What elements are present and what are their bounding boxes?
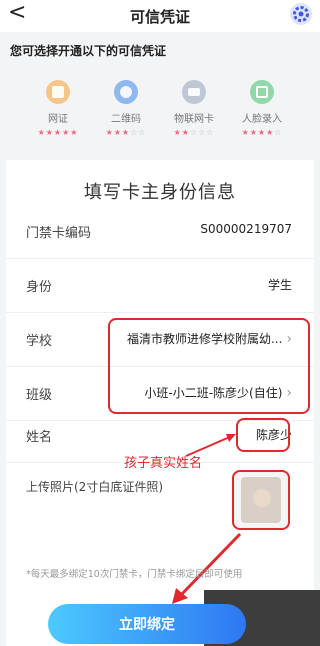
id-card-icon	[46, 80, 70, 104]
method-label: 网证	[48, 114, 68, 125]
form-title: 填写卡主身份信息	[84, 182, 236, 203]
highlight-name	[236, 418, 290, 452]
card-icon	[182, 80, 206, 104]
method-iot-card[interactable]: 物联网卡 ★★☆☆☆	[162, 80, 226, 137]
bind-now-button[interactable]: 立即绑定	[48, 604, 246, 644]
highlight-school-class	[108, 318, 310, 414]
method-label: 物联网卡	[174, 114, 214, 125]
row-card-code: 门禁卡编码 S00000219707	[6, 204, 314, 259]
name-label: 姓名	[26, 430, 53, 445]
class-label: 班级	[26, 388, 53, 403]
identity-value: 学生	[267, 278, 292, 292]
credential-methods: 网证 ★★★★★ 二维码 ★★★☆☆ 物联网卡 ★★☆☆☆ 人脸录入 ★★★★☆	[0, 70, 320, 150]
school-label: 学校	[26, 334, 53, 349]
method-label: 二维码	[111, 114, 141, 125]
user-icon	[114, 80, 138, 104]
rating-stars: ★★★★★	[37, 128, 79, 137]
method-web-cert[interactable]: 网证 ★★★★★	[26, 80, 90, 137]
method-qrcode[interactable]: 二维码 ★★★☆☆	[94, 80, 158, 137]
method-label: 人脸录入	[242, 114, 282, 125]
section-title: 您可选择开通以下的可信凭证	[10, 44, 167, 58]
card-code-label: 门禁卡编码	[26, 226, 92, 241]
identity-label: 身份	[26, 280, 53, 295]
face-scan-icon	[250, 80, 274, 104]
card-code-value: S00000219707	[200, 222, 292, 236]
bind-limit-note: *每天最多绑定10次门禁卡，门禁卡绑定后即可使用	[26, 569, 243, 580]
rating-stars: ★★☆☆☆	[173, 128, 215, 137]
method-face[interactable]: 人脸录入 ★★★★☆	[230, 80, 294, 137]
photo-label: 上传照片(2寸白底证件照)	[26, 480, 163, 494]
page-title: 可信凭证	[129, 8, 190, 26]
row-identity: 身份 学生	[6, 258, 314, 313]
annotation-real-name: 孩子真实姓名	[124, 456, 203, 471]
uploaded-photo[interactable]	[232, 470, 290, 530]
photo-image	[241, 477, 281, 523]
rating-stars: ★★★★☆	[241, 128, 283, 137]
gear-icon[interactable]	[290, 3, 312, 25]
rating-stars: ★★★☆☆	[105, 128, 147, 137]
